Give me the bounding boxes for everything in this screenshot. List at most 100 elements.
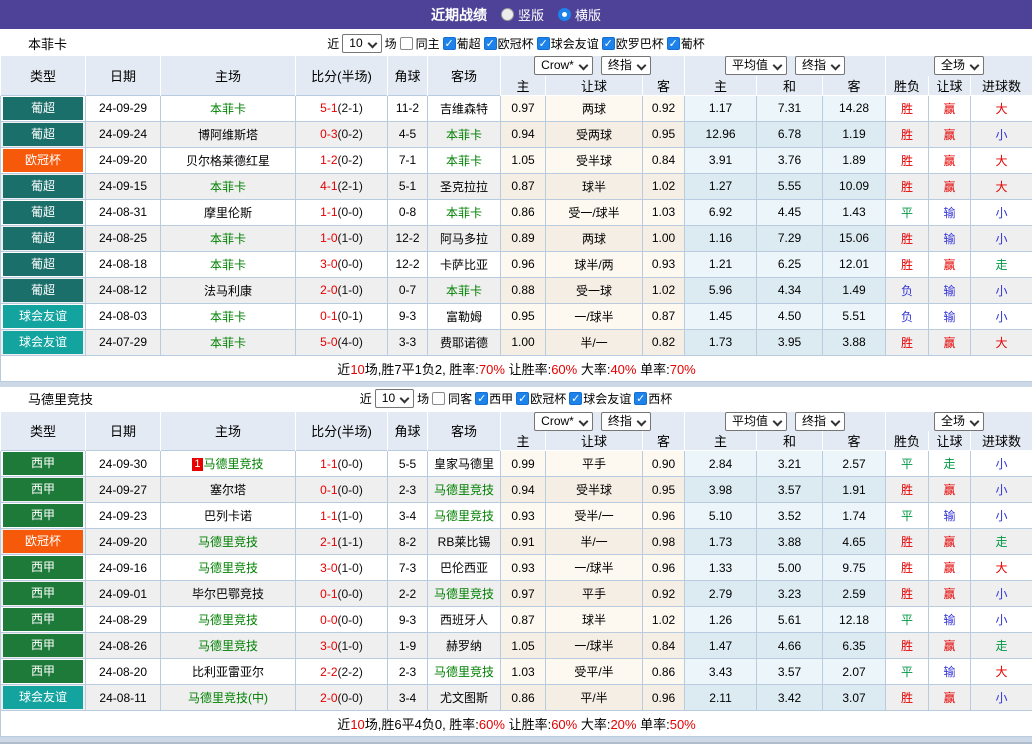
home-team-link[interactable]: 巴列卡诺 [204, 509, 252, 523]
home-team-link[interactable]: 毕尔巴鄂竞技 [192, 587, 264, 601]
away-team-link[interactable]: 阿马多拉 [440, 232, 488, 246]
result-text: 输 [944, 232, 956, 246]
away-team-link[interactable]: RB莱比锡 [438, 535, 491, 549]
checkbox-checked-icon[interactable]: ✓ [443, 37, 456, 50]
score-cell: 2-1(1-1) [296, 529, 388, 555]
away-team-link[interactable]: 本菲卡 [446, 128, 482, 142]
home-team-link[interactable]: 本菲卡 [210, 102, 246, 116]
away-team-link[interactable]: 马德里竞技 [434, 509, 494, 523]
result-text: 大 [996, 102, 1008, 116]
avg-home-cell: 1.27 [685, 173, 757, 199]
handicap-cell: 受半球 [546, 477, 643, 503]
league-filter-checkbox[interactable]: ✓葡超 [443, 35, 481, 52]
away-team-link[interactable]: 费耶诺德 [440, 336, 488, 350]
table-row: 葡超24-08-12法马利康2-0(1-0)0-7本菲卡0.88受一球1.025… [1, 277, 1032, 303]
checkbox-checked-icon[interactable]: ✓ [475, 392, 488, 405]
home-team-link[interactable]: 本菲卡 [210, 232, 246, 246]
away-team-link[interactable]: 皇家马德里 [434, 457, 494, 471]
layout-radio-vertical[interactable]: 竖版 [501, 5, 544, 24]
checkbox-checked-icon[interactable]: ✓ [634, 392, 647, 405]
league-filter-checkbox[interactable]: ✓葡杯 [667, 35, 705, 52]
home-team-link[interactable]: 法马利康 [204, 284, 252, 298]
home-team-link[interactable]: 贝尔格莱德红星 [186, 154, 270, 168]
league-filter-checkbox[interactable]: ✓西甲 [475, 390, 513, 407]
fulltime-score: 0-0 [320, 613, 337, 627]
league-badge: 球会友谊 [3, 305, 83, 328]
handicap-cell: 半/一 [546, 329, 643, 355]
layout-radio-horizontal[interactable]: 横版 [558, 5, 601, 24]
radio-unchecked-icon[interactable] [501, 8, 514, 21]
checkbox-checked-icon[interactable]: ✓ [516, 392, 529, 405]
away-team-link[interactable]: 本菲卡 [446, 206, 482, 220]
home-team-link[interactable]: 博阿维斯塔 [198, 128, 258, 142]
bookmaker-select[interactable]: Crow* [534, 412, 593, 431]
home-team-link[interactable]: 马德里竞技(中) [188, 691, 268, 705]
same-venue-checkbox[interactable] [432, 392, 445, 405]
home-team-cell: 马德里竞技 [161, 633, 296, 659]
league-filter-checkbox[interactable]: ✓西杯 [634, 390, 672, 407]
home-team-link[interactable]: 马德里竞技 [198, 639, 258, 653]
average-select[interactable]: 平均值 [725, 56, 787, 75]
home-team-link[interactable]: 马德里竞技 [198, 561, 258, 575]
home-team-link[interactable]: 马德里竞技 [198, 535, 258, 549]
checkbox-checked-icon[interactable]: ✓ [602, 37, 615, 50]
result-text: 赢 [944, 639, 956, 653]
checkbox-checked-icon[interactable]: ✓ [484, 37, 497, 50]
league-filter-checkbox[interactable]: ✓球会友谊 [569, 390, 631, 407]
goals-result-cell: 小 [971, 303, 1032, 329]
league-filter-checkbox[interactable]: ✓球会友谊 [537, 35, 599, 52]
same-venue-checkbox[interactable] [400, 37, 413, 50]
away-team-link[interactable]: 本菲卡 [446, 154, 482, 168]
away-team-link[interactable]: 富勒姆 [446, 310, 482, 324]
away-team-link[interactable]: 马德里竞技 [434, 483, 494, 497]
checkbox-checked-icon[interactable]: ✓ [569, 392, 582, 405]
home-team-link[interactable]: 摩里伦斯 [204, 206, 252, 220]
away-team-link[interactable]: 卡萨比亚 [440, 258, 488, 272]
date-cell: 24-09-24 [86, 121, 161, 147]
away-team-link[interactable]: 圣克拉拉 [440, 180, 488, 194]
home-team-link[interactable]: 塞尔塔 [210, 483, 246, 497]
home-team-link[interactable]: 比利亚雷亚尔 [192, 665, 264, 679]
avg-draw-cell: 7.31 [757, 95, 823, 121]
scope-select[interactable]: 全场 [934, 56, 984, 75]
away-team-link[interactable]: 吉维森特 [440, 102, 488, 116]
odds-home-cell: 0.95 [501, 303, 546, 329]
away-team-link[interactable]: 西班牙人 [440, 613, 488, 627]
average-select[interactable]: 平均值 [725, 412, 787, 431]
away-team-link[interactable]: 本菲卡 [446, 284, 482, 298]
scope-select[interactable]: 全场 [934, 412, 984, 431]
bookmaker-select[interactable]: Crow* [534, 56, 593, 75]
away-team-link[interactable]: 马德里竞技 [434, 665, 494, 679]
table-row: 西甲24-09-27塞尔塔0-1(0-0)2-3马德里竞技0.94受半球0.95… [1, 477, 1032, 503]
away-team-link[interactable]: 尤文图斯 [440, 691, 488, 705]
checkbox-checked-icon[interactable]: ✓ [537, 37, 550, 50]
result-cell: 胜 [886, 555, 929, 581]
corner-cell: 7-3 [388, 555, 428, 581]
games-count-select[interactable]: 10 [342, 34, 381, 53]
league-filter-checkbox[interactable]: ✓欧罗巴杯 [602, 35, 664, 52]
col-away: 客场 [428, 56, 501, 96]
away-team-link[interactable]: 马德里竞技 [434, 587, 494, 601]
league-filter-checkbox[interactable]: ✓欧冠杯 [484, 35, 534, 52]
odds-home-cell: 0.94 [501, 121, 546, 147]
games-count-select[interactable]: 10 [375, 389, 414, 408]
home-team-link[interactable]: 本菲卡 [210, 258, 246, 272]
home-team-link[interactable]: 本菲卡 [210, 336, 246, 350]
result-text: 大 [996, 336, 1008, 350]
final-odds-select[interactable]: 终指 [601, 412, 651, 431]
home-team-link[interactable]: 本菲卡 [210, 180, 246, 194]
league-filter-checkbox[interactable]: ✓欧冠杯 [516, 390, 566, 407]
col-goals: 进球数 [971, 76, 1032, 96]
odds-away-cell: 1.02 [643, 173, 685, 199]
final-odds-select[interactable]: 终指 [601, 56, 651, 75]
result-text: 胜 [901, 258, 913, 272]
final-odds-select-2[interactable]: 终指 [795, 56, 845, 75]
away-team-link[interactable]: 赫罗纳 [446, 639, 482, 653]
away-team-link[interactable]: 巴伦西亚 [440, 561, 488, 575]
radio-checked-icon[interactable] [558, 8, 571, 21]
final-odds-select-2[interactable]: 终指 [795, 412, 845, 431]
home-team-link[interactable]: 本菲卡 [210, 310, 246, 324]
home-team-link[interactable]: 马德里竞技 [198, 613, 258, 627]
home-team-link[interactable]: 马德里竞技 [204, 457, 264, 471]
checkbox-checked-icon[interactable]: ✓ [667, 37, 680, 50]
